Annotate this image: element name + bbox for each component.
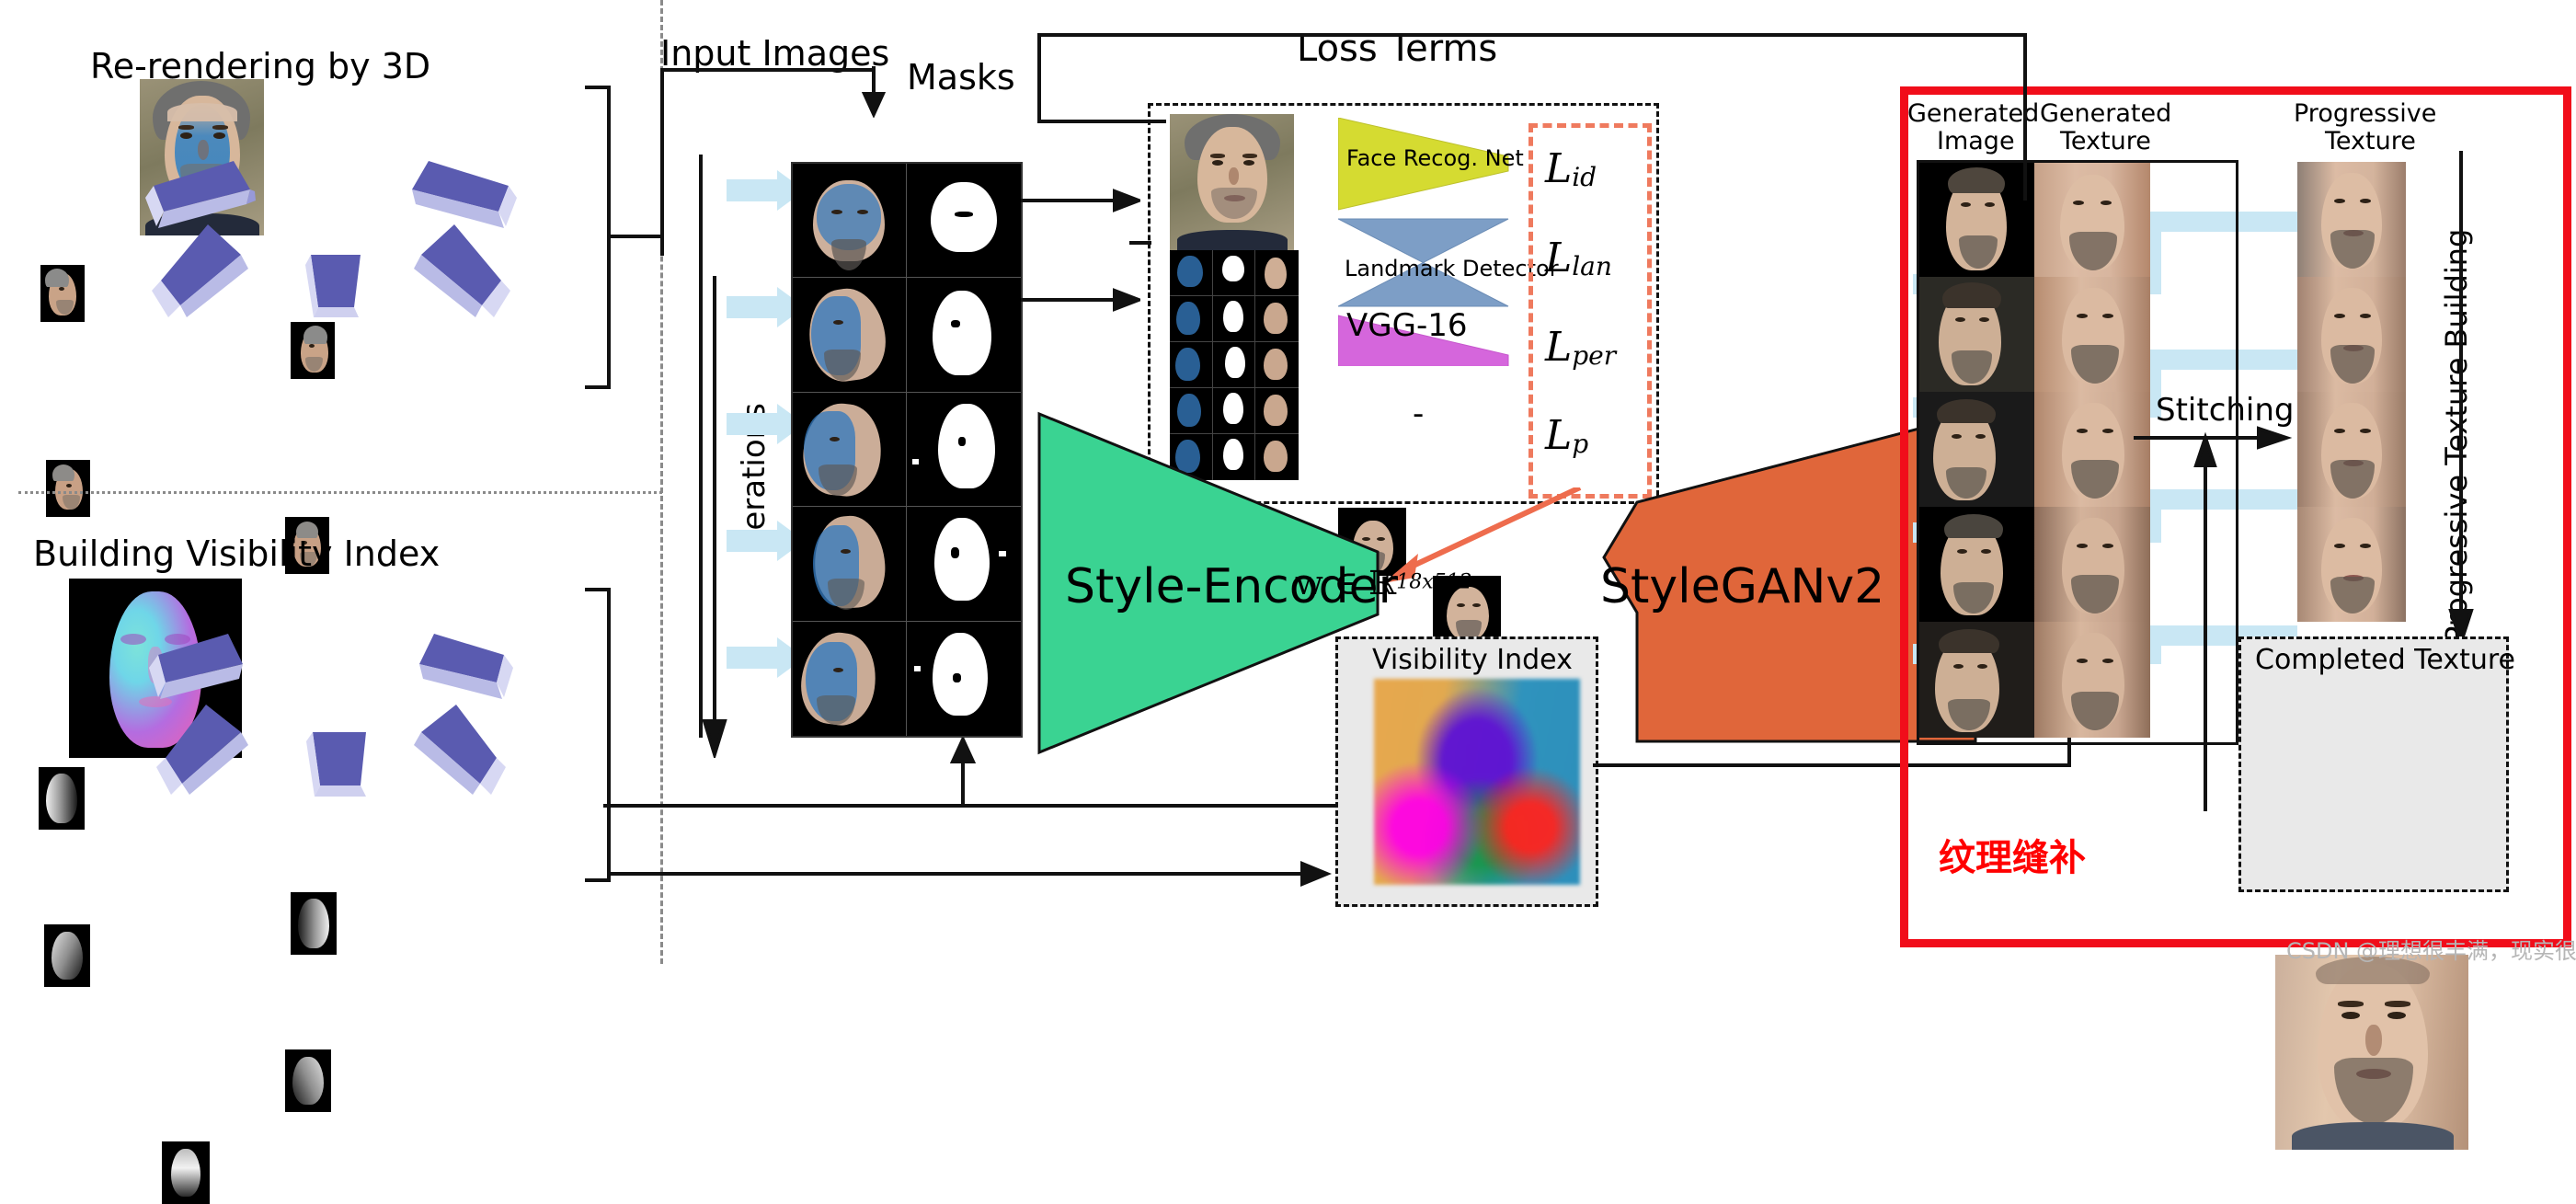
visibility-index-map xyxy=(1374,679,1580,885)
mask-binary-3 xyxy=(907,392,1021,508)
rerender-to-masks-line2 xyxy=(660,68,874,72)
label-visibility-index: Visibility Index xyxy=(1372,644,1573,676)
iterations-arrow xyxy=(702,276,727,758)
loss-grid-render-2 xyxy=(1170,296,1213,342)
label-w-latent-space: w ∈ ℝ18x512 xyxy=(1295,565,1472,602)
visibility-to-index-line xyxy=(611,872,1319,876)
visibility-view-5 xyxy=(162,1141,210,1204)
landmark-detector-label: Landmark Detector xyxy=(1345,256,1559,281)
w-space-text: w ∈ ℝ xyxy=(1295,565,1397,602)
generated-region-outline xyxy=(1917,160,2238,745)
mask-pair-render-2 xyxy=(793,278,907,393)
loss-box-feed xyxy=(1129,241,1151,245)
camera-frustums-bottom xyxy=(149,634,513,797)
progressive-texture-2 xyxy=(2297,277,2406,392)
label-progressive-texture-line2: Texture xyxy=(2325,127,2416,155)
loss-grid-mask-3 xyxy=(1212,342,1256,388)
loss-per-sub: per xyxy=(1572,340,1617,372)
top-feedback-line-left-branch xyxy=(1037,120,1166,123)
loss-id-sub: id xyxy=(1572,162,1597,193)
loss-lan-symbol: L xyxy=(1545,235,1573,281)
loss-p-sub: p xyxy=(1572,429,1589,460)
section-building-visibility-index: Building Visibility Index xyxy=(0,491,662,1204)
progressive-texture-1 xyxy=(2297,162,2406,277)
loss-symbol-per: Lper xyxy=(1545,324,1616,371)
label-stylegan: StyleGANv2 xyxy=(1600,559,1885,614)
top-feedback-line-down-left xyxy=(1037,33,1041,123)
bracket-visibility xyxy=(585,588,611,882)
arrow-input-to-masks xyxy=(861,66,887,118)
label-generated-texture-line1: Generated xyxy=(2040,99,2172,128)
label-generated-image-line2: Image xyxy=(1937,127,2015,155)
mask-binary-5 xyxy=(907,621,1021,736)
csdn-watermark: CSDN @理想很丰满，现实很骨感 xyxy=(2286,938,2576,964)
rerender-to-masks-line xyxy=(660,68,664,256)
mask-pair-render-3 xyxy=(793,392,907,508)
bracket-rerender-stem xyxy=(607,235,660,238)
label-masks: Masks xyxy=(907,57,1015,97)
arrow-masks-to-loss-1 xyxy=(1021,189,1140,212)
progressive-texture-column xyxy=(2297,162,2406,622)
loss-id-symbol: L xyxy=(1545,145,1573,192)
loss-grid-render-3 xyxy=(1170,342,1213,388)
mask-pair-render-4 xyxy=(793,507,907,622)
masks-feed-line-bottom xyxy=(603,804,1357,808)
loss-lan-sub: lan xyxy=(1572,251,1612,282)
masks-grid xyxy=(791,162,1023,738)
mask-binary-4 xyxy=(907,507,1021,622)
mask-pair-render-5 xyxy=(793,621,907,736)
loss-symbol-p: Lp xyxy=(1545,412,1588,459)
label-generated-image-line1: Generated xyxy=(1907,99,2040,128)
loss-per-symbol: L xyxy=(1545,324,1573,371)
label-completed-texture: Completed Texture xyxy=(2255,644,2515,676)
mask-binary-1 xyxy=(907,164,1021,279)
label-progressive-texture-line1: Progressive xyxy=(2294,99,2437,128)
progressive-texture-4 xyxy=(2297,507,2406,622)
loss-grid-mask-1 xyxy=(1212,250,1256,296)
loss-symbol-id: Lid xyxy=(1545,145,1597,192)
face-recog-net-label: Face Recog. Net xyxy=(1346,145,1524,171)
section-re-rendering-by-3d: Re-rendering by 3D xyxy=(0,0,662,666)
annotation-texture-stitching-cn: 纹理缝补 xyxy=(1939,837,2086,879)
arrow-to-visibility-index xyxy=(1300,861,1332,887)
reference-face-image xyxy=(1170,114,1294,250)
loss-symbol-lan: Llan xyxy=(1545,235,1612,281)
label-generated-texture-line2: Texture xyxy=(2060,127,2151,155)
camera-frustums-top xyxy=(145,161,517,317)
completed-texture-image xyxy=(2275,955,2468,1150)
visibility-view-4 xyxy=(285,1049,331,1112)
loss-grid-render-1 xyxy=(1170,250,1213,296)
loss-grid-gen-3 xyxy=(1255,342,1299,388)
mask-pair-render-1 xyxy=(793,164,907,279)
loss-grid-gen-2 xyxy=(1255,296,1299,342)
arrow-masks-to-loss-2 xyxy=(1021,288,1140,312)
top-feedback-line-down-right xyxy=(2023,33,2027,201)
loss-grid-mask-2 xyxy=(1212,296,1256,342)
w-space-superscript: 18x512 xyxy=(1396,570,1472,594)
mask-binary-2 xyxy=(907,278,1021,393)
top-feedback-line xyxy=(1037,33,2027,37)
loss-p-symbol: L xyxy=(1545,412,1573,459)
progressive-texture-building-arrow xyxy=(2448,151,2474,648)
vgg16-label: VGG-16 xyxy=(1346,307,1468,344)
progressive-texture-3 xyxy=(2297,392,2406,507)
loss-grid-gen-1 xyxy=(1255,250,1299,296)
